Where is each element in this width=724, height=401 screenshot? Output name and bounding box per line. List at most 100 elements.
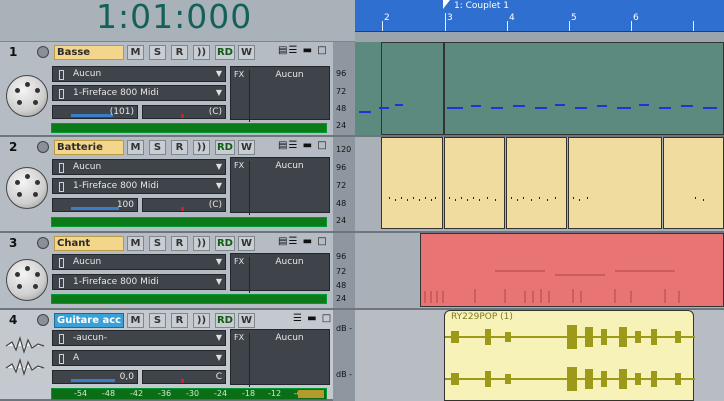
record-arm-button[interactable]: R — [171, 140, 188, 155]
input-select[interactable]: Aucun ▼ — [52, 66, 226, 82]
fx-bin[interactable]: FX Aucun — [230, 66, 330, 122]
track-header-basse[interactable]: 1 Basse M S R )) RD W ▤☰ ▬ □ Aucun ▼ 1-Fi… — [0, 42, 355, 137]
lane-basse[interactable] — [355, 42, 724, 137]
write-automation-button[interactable]: W — [238, 45, 255, 60]
input-echo-icon[interactable]: )) — [193, 236, 210, 251]
time-display: 1:01:000 — [96, 0, 253, 36]
scale-label: 72 — [336, 181, 347, 190]
output-value: 1-Fireface 800 Midi — [73, 181, 159, 191]
solo-button[interactable]: S — [149, 45, 166, 60]
fx-bin[interactable]: FX Aucun — [230, 253, 330, 293]
read-automation-button[interactable]: RD — [215, 313, 235, 328]
meter-tick: -48 — [102, 389, 116, 398]
solo-button[interactable]: S — [149, 236, 166, 251]
chevron-down-icon: ▼ — [215, 333, 222, 342]
timeline-subbar — [355, 32, 724, 42]
track-name[interactable]: Chant — [54, 236, 124, 251]
track-name[interactable]: Basse — [54, 45, 124, 60]
record-arm-button[interactable]: R — [171, 45, 188, 60]
volume-fill — [71, 379, 115, 382]
output-select[interactable]: 1-Fireface 800 Midi ▼ — [52, 178, 226, 194]
input-echo-icon[interactable]: )) — [193, 313, 210, 328]
volume-value: 100 — [116, 200, 134, 210]
level-meter — [51, 217, 327, 227]
midi-connector-icon[interactable] — [37, 141, 49, 153]
input-echo-icon[interactable]: )) — [193, 140, 210, 155]
mute-button[interactable]: M — [127, 140, 144, 155]
track-options-icons[interactable]: ▤☰ ▬ □ — [278, 236, 328, 247]
fx-label: FX — [234, 257, 245, 266]
write-automation-button[interactable]: W — [238, 140, 255, 155]
scale-label: dB - — [336, 370, 352, 379]
input-select[interactable]: Aucun ▼ — [52, 254, 226, 270]
lane-batterie[interactable] — [355, 137, 724, 233]
volume-slider[interactable]: 0,0 — [52, 370, 138, 384]
ruler-tick — [631, 21, 632, 31]
output-select[interactable]: 1-Fireface 800 Midi ▼ — [52, 85, 226, 101]
record-arm-button[interactable]: R — [171, 236, 188, 251]
section-marker[interactable]: 1: Couplet 1 — [443, 0, 509, 11]
pan-slider[interactable]: (C) — [142, 198, 226, 212]
track-header-chant[interactable]: 3 Chant M S R )) RD W ▤☰ ▬ □ Aucun ▼ 1-Fi… — [0, 233, 355, 310]
output-select[interactable]: A ▼ — [52, 350, 226, 366]
track-name[interactable]: Batterie — [54, 140, 124, 155]
chevron-down-icon: ▼ — [215, 277, 222, 286]
input-select[interactable]: Aucun ▼ — [52, 159, 226, 175]
fx-value: Aucun — [249, 333, 329, 387]
track-header-guitare[interactable]: 4 Guitare acc M S R )) RD W ☰ ▬ □ -aucun… — [0, 310, 355, 401]
meter-tick: -54 — [74, 389, 88, 398]
peak-indicator — [298, 390, 324, 398]
solo-button[interactable]: S — [149, 140, 166, 155]
input-select[interactable]: -aucun- ▼ — [52, 330, 226, 346]
read-automation-button[interactable]: RD — [215, 236, 235, 251]
bar-number: 5 — [571, 13, 577, 23]
midi-connector-icon[interactable] — [37, 237, 49, 249]
mute-button[interactable]: M — [127, 45, 144, 60]
track-options-icons[interactable]: ☰ ▬ □ — [293, 313, 332, 324]
input-value: Aucun — [73, 162, 102, 172]
volume-value: (101) — [109, 107, 134, 117]
chevron-down-icon: ▼ — [215, 162, 222, 171]
track-options-icons[interactable]: ▤☰ ▬ □ — [278, 140, 328, 151]
velocity-scale: 96 72 48 24 — [333, 42, 355, 135]
volume-fill — [71, 207, 119, 210]
fx-bin[interactable]: FX Aucun — [230, 157, 330, 215]
input-value: Aucun — [73, 257, 102, 267]
scale-label: 96 — [336, 252, 347, 261]
scale-label: 72 — [336, 87, 347, 96]
record-arm-button[interactable]: R — [171, 313, 188, 328]
read-automation-button[interactable]: RD — [215, 140, 235, 155]
db-scale: dB - dB - — [333, 310, 355, 401]
audio-clip[interactable]: RY229POP (1) — [444, 310, 695, 401]
timeline-ruler[interactable]: 2 3 4 5 6 — [355, 0, 724, 32]
track-options-icons[interactable]: ▤☰ ▬ □ — [278, 45, 328, 56]
volume-slider[interactable]: 100 — [52, 198, 138, 212]
mute-button[interactable]: M — [127, 313, 144, 328]
pan-indicator — [181, 379, 184, 383]
mute-button[interactable]: M — [127, 236, 144, 251]
input-echo-icon[interactable]: )) — [193, 45, 210, 60]
pan-slider[interactable]: (C) — [142, 105, 226, 119]
write-automation-button[interactable]: W — [238, 236, 255, 251]
pan-slider[interactable]: C — [142, 370, 226, 384]
lane-guitare[interactable]: RY229POP (1) — [355, 310, 724, 401]
solo-button[interactable]: S — [149, 313, 166, 328]
scale-label: 72 — [336, 267, 347, 276]
meter-tick: -36 — [158, 389, 172, 398]
write-automation-button[interactable]: W — [238, 313, 255, 328]
scale-label: 24 — [336, 294, 347, 303]
fx-bin[interactable]: FX Aucun — [230, 329, 330, 387]
level-meter: -54 -48 -42 -36 -30 -24 -18 -12 -6 — [51, 388, 327, 400]
lane-chant[interactable] — [355, 233, 724, 310]
midi-connector-icon[interactable] — [37, 46, 49, 58]
pan-indicator — [181, 114, 184, 118]
track-header-batterie[interactable]: 2 Batterie M S R )) RD W ▤☰ ▬ □ Aucun ▼ 1… — [0, 137, 355, 233]
audio-waveform-icon[interactable] — [37, 314, 49, 326]
output-select[interactable]: 1-Fireface 800 Midi ▼ — [52, 274, 226, 290]
scale-label: 48 — [336, 199, 347, 208]
track-name[interactable]: Guitare acc — [54, 313, 124, 328]
chevron-down-icon: ▼ — [215, 69, 222, 78]
read-automation-button[interactable]: RD — [215, 45, 235, 60]
fx-value: Aucun — [249, 161, 329, 215]
volume-slider[interactable]: (101) — [52, 105, 138, 119]
